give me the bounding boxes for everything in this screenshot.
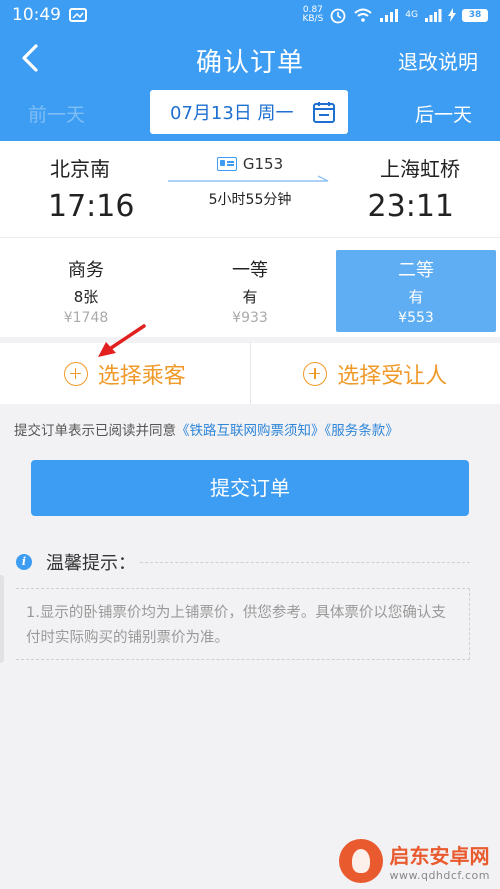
status-time: 10:49 (12, 5, 61, 25)
train-info: 北京南 17:16 G153 5小时55分钟 上海虹桥 23:11 (0, 141, 500, 237)
signal-icon-2 (425, 9, 442, 22)
tip-header: i 温馨提示： (16, 549, 136, 575)
calendar-icon (313, 102, 335, 123)
route-arrow-icon (168, 175, 329, 182)
date-label: 07月13日 周一 (170, 103, 294, 124)
tip-title: 温馨提示： (46, 553, 136, 574)
side-handle[interactable] (0, 575, 4, 663)
info-icon: i (16, 554, 32, 570)
choose-beneficiary-button[interactable]: 选择受让人 (251, 343, 500, 404)
nav-bar: 确认订单 退改说明 (0, 30, 500, 86)
seat-second-class[interactable]: 二等 有 ¥553 (336, 250, 496, 332)
passenger-choose-bar: 选择乘客 选择受让人 (0, 343, 500, 404)
notification-icon (69, 8, 87, 22)
watermark-url: www.qdhdcf.com (389, 869, 490, 882)
plus-circle-icon (303, 361, 328, 386)
seat-first-class[interactable]: 一等 有 ¥933 (170, 250, 330, 332)
watermark-name: 启东安卓网 (389, 844, 490, 868)
watermark: 启东安卓网 www.qdhdcf.com (339, 839, 490, 883)
tip-divider (140, 562, 470, 563)
seat-selector: 商务 8张 ¥1748 一等 有 ¥933 二等 有 ¥553 (0, 237, 500, 337)
next-day-button[interactable]: 后一天 (415, 100, 472, 127)
seat-business[interactable]: 商务 8张 ¥1748 (6, 250, 166, 332)
battery-icon: 38 (462, 8, 488, 22)
status-bar: 10:49 0.87 KB/S 4G 38 (0, 0, 500, 30)
network-type: 4G (405, 10, 418, 20)
tip-body: 1.显示的卧铺票价均为上铺票价，供您参考。具体票价以您确认支付时实际购买的铺别票… (16, 588, 470, 660)
wifi-icon (354, 8, 372, 22)
agreement-text: 提交订单表示已阅读并同意《铁路互联网购票须知》《服务条款》 (14, 423, 399, 439)
id-card-icon (216, 157, 237, 171)
to-station: 上海虹桥 (380, 157, 460, 181)
refund-change-link[interactable]: 退改说明 (398, 46, 478, 75)
net-speed: 0.87 KB/S (302, 5, 324, 24)
alarm-icon (330, 8, 346, 24)
submit-order-button[interactable]: 提交订单 (31, 460, 469, 516)
prev-day-button[interactable]: 前一天 (28, 100, 85, 127)
date-bar: 前一天 07月13日 周一 后一天 (0, 86, 500, 141)
arrive-time: 23:11 (367, 189, 454, 224)
signal-icon (380, 9, 399, 22)
annotation-arrow-icon (98, 324, 146, 357)
plus-circle-icon (63, 361, 88, 386)
ticket-rules-link[interactable]: 《铁路互联网购票须知》 (176, 423, 325, 439)
charging-icon (448, 8, 456, 22)
date-selector[interactable]: 07月13日 周一 (150, 90, 348, 134)
watermark-logo-icon (339, 839, 384, 883)
service-terms-link[interactable]: 《服务条款》 (325, 423, 399, 439)
